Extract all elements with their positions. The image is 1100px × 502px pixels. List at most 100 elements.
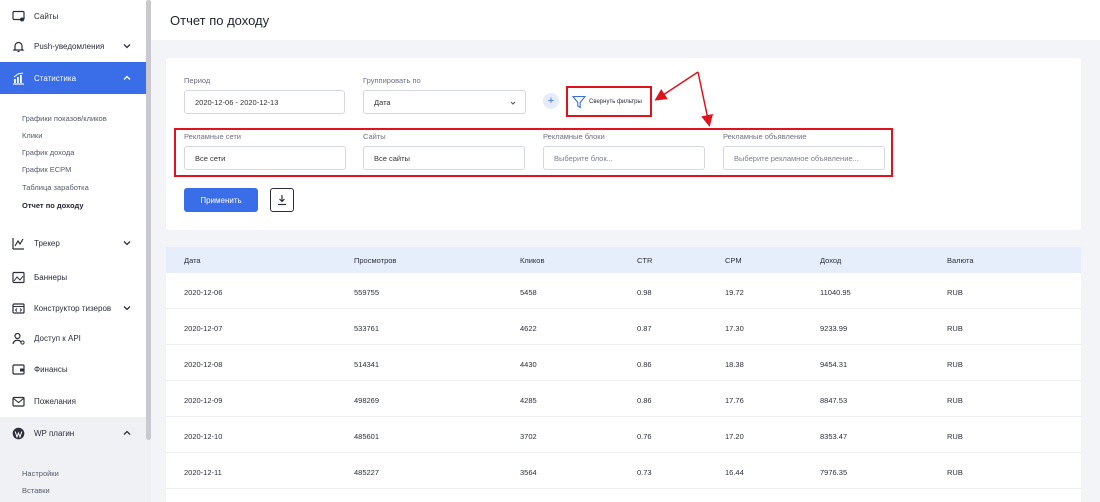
sidebar-subitem-settings[interactable]: Настройки bbox=[22, 469, 59, 478]
page-title: Отчет по доходу bbox=[170, 13, 270, 28]
sidebar-item-push[interactable]: Push-уведомления bbox=[0, 30, 146, 62]
sidebar-item-label: Доступ к API bbox=[34, 333, 81, 343]
api-user-icon bbox=[12, 332, 25, 345]
mail-icon bbox=[12, 395, 25, 408]
table-cell-income: 11040.95 bbox=[820, 288, 851, 297]
table-cell-currency: RUB bbox=[947, 396, 963, 405]
table-cell-views: 485227 bbox=[354, 468, 380, 477]
column-header-cpm[interactable]: CPM bbox=[725, 256, 742, 265]
income-table: Дата Просмотров Кликов CTR CPM Доход Вал… bbox=[166, 247, 1081, 502]
table-cell-date: 2020-12-09 bbox=[184, 396, 223, 405]
chart-icon bbox=[12, 72, 25, 85]
table-cell-views: 498269 bbox=[354, 396, 380, 405]
bell-icon bbox=[12, 40, 25, 53]
wordpress-icon bbox=[12, 427, 25, 440]
table-cell-currency: RUB bbox=[947, 468, 963, 477]
table-cell-cpm: 19.72 bbox=[725, 288, 744, 297]
chevron-up-icon[interactable] bbox=[122, 428, 132, 438]
chevron-down-icon[interactable] bbox=[122, 41, 132, 51]
column-header-income[interactable]: Доход bbox=[820, 256, 841, 265]
chevron-up-icon[interactable] bbox=[122, 73, 132, 83]
table-cell-ctr: 0.98 bbox=[637, 288, 652, 297]
sidebar-item-label: Баннеры bbox=[34, 272, 68, 282]
chevron-down-icon[interactable] bbox=[122, 303, 132, 313]
sidebar-subitem-ecpm-chart[interactable]: График ECPM bbox=[22, 165, 71, 174]
period-label: Период bbox=[184, 76, 211, 85]
table-cell-currency: RUB bbox=[947, 324, 963, 333]
table-cell-currency: RUB bbox=[947, 360, 963, 369]
table-cell-income: 8353.47 bbox=[820, 432, 848, 441]
download-icon bbox=[278, 195, 286, 206]
table-cell-ctr: 0.76 bbox=[637, 432, 652, 441]
sidebar-item-sites[interactable]: Сайты bbox=[0, 0, 146, 32]
sidebar-item-api-access[interactable]: Доступ к API bbox=[0, 322, 146, 354]
table-cell-clicks: 4430 bbox=[520, 360, 537, 369]
group-by-label: Группировать по bbox=[363, 76, 421, 85]
table-cell-clicks: 4285 bbox=[520, 396, 537, 405]
table-cell-income: 7976.35 bbox=[820, 468, 848, 477]
table-cell-cpm: 17.20 bbox=[725, 432, 744, 441]
table-cell-date: 2020-12-10 bbox=[184, 432, 223, 441]
top-bar bbox=[151, 0, 1100, 40]
tracker-icon bbox=[12, 237, 25, 250]
sidebar-item-banners[interactable]: Баннеры bbox=[0, 261, 146, 293]
apply-button[interactable]: Применить bbox=[184, 188, 258, 212]
sidebar-item-wishes[interactable]: Пожелания bbox=[0, 385, 146, 417]
collapse-filters-label: Свернуть фильтры bbox=[589, 98, 642, 105]
sidebar-subitem-earnings-table[interactable]: Таблица заработка bbox=[22, 183, 89, 192]
sidebar-item-teaser-builder[interactable]: Конструктор тизеров bbox=[0, 292, 146, 324]
sidebar-item-label: Статистика bbox=[34, 73, 77, 83]
table-cell-cpm: 16.44 bbox=[725, 468, 744, 477]
table-cell-income: 9233.99 bbox=[820, 324, 848, 333]
sidebar-item-wp-plugin[interactable]: WP плагин bbox=[0, 417, 146, 449]
table-row: 2020-12-10 485601 3702 0.76 17.20 8353.47 RUB bbox=[166, 417, 1081, 453]
sidebar-item-finance[interactable]: Финансы bbox=[0, 353, 146, 385]
sidebar-item-label: Пожелания bbox=[34, 396, 76, 406]
table-cell-cpm: 18.38 bbox=[725, 360, 744, 369]
sidebar-subitem-income-chart[interactable]: График дохода bbox=[22, 148, 74, 157]
table-cell-currency: RUB bbox=[947, 432, 963, 441]
table-row: 2020-12-07 533761 4622 0.87 17.30 9233.99 RUB bbox=[166, 309, 1081, 345]
monitor-icon bbox=[12, 10, 25, 23]
sidebar-subitem-impressions-charts[interactable]: Графики показов/кликов bbox=[22, 114, 107, 123]
filter-icon bbox=[571, 95, 587, 109]
wallet-icon bbox=[12, 363, 25, 376]
table-cell-cpm: 17.76 bbox=[725, 396, 744, 405]
column-header-ctr[interactable]: CTR bbox=[637, 256, 652, 265]
add-grouping-button[interactable]: + bbox=[543, 93, 559, 109]
table-cell-clicks: 3564 bbox=[520, 468, 537, 477]
sidebar-item-tracker[interactable]: Трекер bbox=[0, 227, 146, 259]
column-header-date[interactable]: Дата bbox=[184, 256, 201, 265]
chevron-down-icon[interactable] bbox=[122, 238, 132, 248]
sidebar-subitem-clicks[interactable]: Клики bbox=[22, 131, 42, 140]
table-cell-ctr: 0.87 bbox=[637, 324, 652, 333]
group-by-select[interactable]: Дата bbox=[363, 90, 526, 114]
scrollbar-thumb[interactable] bbox=[146, 0, 151, 440]
column-header-views[interactable]: Просмотров bbox=[354, 256, 396, 265]
column-header-clicks[interactable]: Кликов bbox=[520, 256, 544, 265]
table-cell-clicks: 4622 bbox=[520, 324, 537, 333]
sidebar-scrollbar[interactable] bbox=[146, 0, 151, 502]
collapse-filters-button[interactable]: Свернуть фильтры bbox=[566, 86, 652, 117]
image-icon bbox=[12, 271, 25, 284]
table-cell-views: 485601 bbox=[354, 432, 380, 441]
table-cell-clicks: 3702 bbox=[520, 432, 537, 441]
table-cell-currency: RUB bbox=[947, 288, 963, 297]
sidebar-item-label: Конструктор тизеров bbox=[34, 303, 112, 313]
sidebar-item-statistics[interactable]: Статистика bbox=[0, 62, 146, 94]
highlight-box bbox=[174, 128, 893, 177]
table-row: 2020-12-08 514341 4430 0.86 18.38 9454.31 RUB bbox=[166, 345, 1081, 381]
download-button[interactable] bbox=[270, 188, 294, 212]
table-cell-views: 533761 bbox=[354, 324, 380, 333]
column-header-currency[interactable]: Валюта bbox=[947, 256, 974, 265]
table-cell-views: 559755 bbox=[354, 288, 380, 297]
period-value: 2020-12-06 - 2020-12-13 bbox=[195, 97, 279, 107]
sidebar: Сайты Push-уведомления Статистика График… bbox=[0, 0, 146, 502]
table-cell-date: 2020-12-08 bbox=[184, 360, 223, 369]
teaser-icon bbox=[12, 302, 25, 315]
sidebar-item-label: Финансы bbox=[34, 364, 68, 374]
sidebar-subitem-income-report[interactable]: Отчет по доходу bbox=[22, 201, 84, 210]
table-cell-date: 2020-12-07 bbox=[184, 324, 223, 333]
sidebar-subitem-inserts[interactable]: Вставки bbox=[22, 486, 50, 495]
period-input[interactable]: 2020-12-06 - 2020-12-13 bbox=[184, 90, 345, 114]
